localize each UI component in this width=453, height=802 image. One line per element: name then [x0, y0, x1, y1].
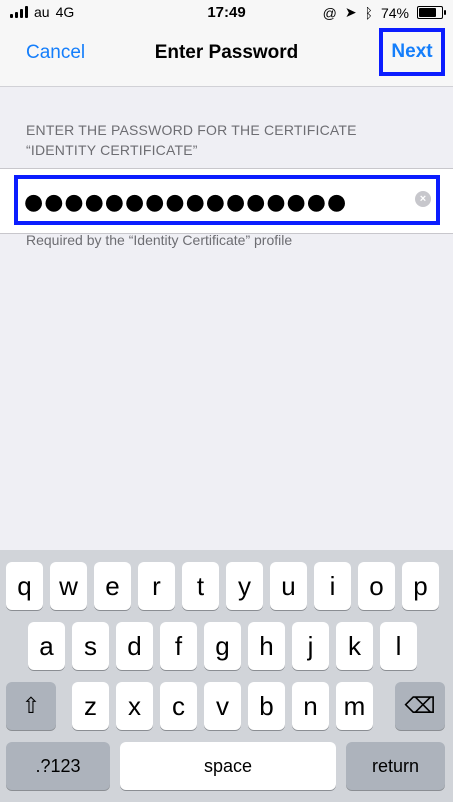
key-p[interactable]: p: [402, 562, 439, 610]
key-u[interactable]: u: [270, 562, 307, 610]
key-j[interactable]: j: [292, 622, 329, 670]
key-a[interactable]: a: [28, 622, 65, 670]
key-g[interactable]: g: [204, 622, 241, 670]
password-input[interactable]: [22, 182, 386, 222]
key-w[interactable]: w: [50, 562, 87, 610]
key-x[interactable]: x: [116, 682, 153, 730]
key-l[interactable]: l: [380, 622, 417, 670]
key-z[interactable]: z: [72, 682, 109, 730]
return-key[interactable]: return: [346, 742, 445, 790]
key-i[interactable]: i: [314, 562, 351, 610]
key-s[interactable]: s: [72, 622, 109, 670]
numbers-key[interactable]: .?123: [6, 742, 110, 790]
key-h[interactable]: h: [248, 622, 285, 670]
key-c[interactable]: c: [160, 682, 197, 730]
key-f[interactable]: f: [160, 622, 197, 670]
section-header-line-2: “IDENTITY CERTIFICATE”: [26, 142, 198, 158]
shift-icon: ⇧: [21, 693, 41, 718]
section-header: ENTER THE PASSWORD FOR THE CERTIFICATE “…: [26, 120, 406, 160]
shift-key[interactable]: ⇧: [6, 682, 56, 730]
section-header-line-1: ENTER THE PASSWORD FOR THE CERTIFICATE: [26, 122, 357, 138]
battery-percent: 74%: [380, 4, 409, 21]
delete-key[interactable]: ⌫: [395, 682, 445, 730]
location-icon: ➤: [344, 4, 357, 20]
key-t[interactable]: t: [182, 562, 219, 610]
key-b[interactable]: b: [248, 682, 285, 730]
cancel-button[interactable]: Cancel: [26, 42, 85, 64]
password-field-row: ×: [0, 168, 453, 234]
delete-icon: ⌫: [404, 693, 436, 718]
screen: au 4G 17:49 @ ➤ ᛒ 74% Cancel Enter Passw…: [0, 0, 453, 802]
key-e[interactable]: e: [94, 562, 131, 610]
key-o[interactable]: o: [358, 562, 395, 610]
navigation-bar: Cancel Enter Password Next: [0, 26, 453, 87]
key-m[interactable]: m: [336, 682, 373, 730]
key-v[interactable]: v: [204, 682, 241, 730]
space-key[interactable]: space: [120, 742, 336, 790]
key-q[interactable]: q: [6, 562, 43, 610]
lock-rotation-icon: @: [322, 4, 337, 21]
next-button[interactable]: Next: [379, 28, 445, 76]
keyboard: q w e r t y u i o p a s d f g h j k l ⇧ …: [0, 550, 453, 802]
key-r[interactable]: r: [138, 562, 175, 610]
key-n[interactable]: n: [292, 682, 329, 730]
status-bar: au 4G 17:49 @ ➤ ᛒ 74%: [0, 0, 453, 26]
key-d[interactable]: d: [116, 622, 153, 670]
bluetooth-icon: ᛒ: [364, 4, 373, 21]
key-k[interactable]: k: [336, 622, 373, 670]
status-right: @ ➤ ᛒ 74%: [322, 4, 446, 21]
key-y[interactable]: y: [226, 562, 263, 610]
footer-note: Required by the “Identity Certificate” p…: [26, 232, 293, 248]
battery-icon: [417, 6, 446, 19]
clear-text-icon[interactable]: ×: [415, 191, 431, 207]
